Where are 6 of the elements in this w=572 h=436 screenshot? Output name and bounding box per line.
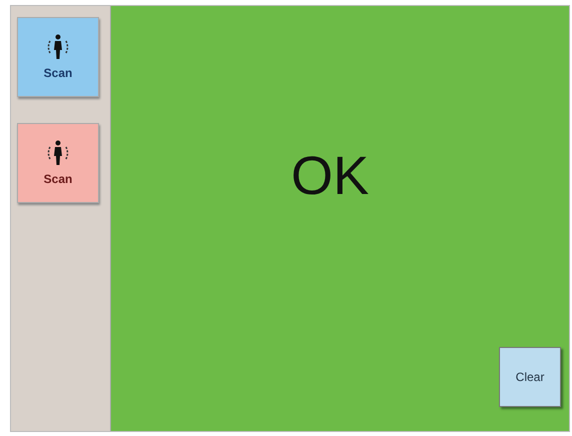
scan-button[interactable]: Scan [17,123,99,203]
status-message: OK [290,145,370,208]
scan-button[interactable]: Scan [17,17,99,97]
person-scan-icon [45,32,71,62]
clear-button[interactable]: Clear [499,347,561,407]
person-scan-icon [45,138,71,168]
